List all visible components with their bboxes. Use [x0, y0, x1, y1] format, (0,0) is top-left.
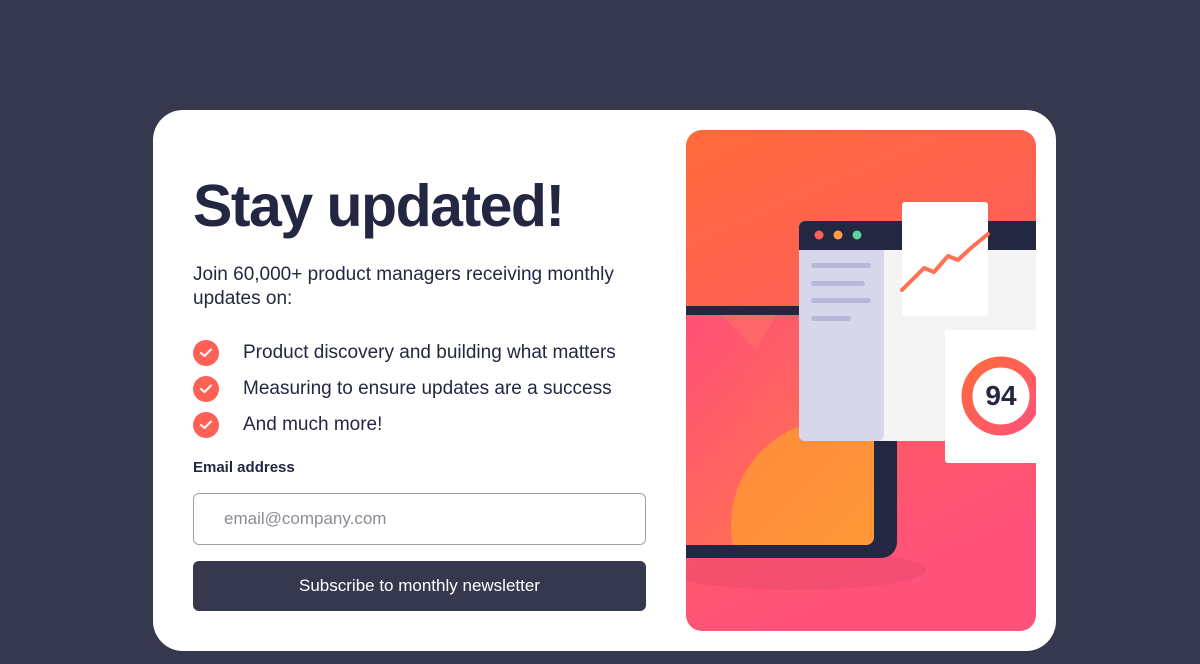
- subscribe-button[interactable]: Subscribe to monthly newsletter: [193, 561, 646, 611]
- hero-illustration: 94: [686, 130, 1036, 631]
- feature-text: Product discovery and building what matt…: [243, 342, 616, 363]
- intro-text: Join 60,000+ product managers receiving …: [193, 264, 614, 309]
- list-item: And much more!: [193, 407, 616, 443]
- feature-text: Measuring to ensure updates are a succes…: [243, 378, 612, 399]
- feature-text: And much more!: [243, 414, 383, 435]
- score-value: 94: [985, 380, 1017, 411]
- email-label: Email address: [193, 459, 295, 476]
- email-field[interactable]: [193, 493, 646, 545]
- check-circle-icon: [193, 412, 219, 438]
- feature-list: Product discovery and building what matt…: [193, 335, 616, 443]
- page-title: Stay updated!: [193, 173, 565, 239]
- check-circle-icon: [193, 340, 219, 366]
- list-item: Measuring to ensure updates are a succes…: [193, 371, 616, 407]
- list-item: Product discovery and building what matt…: [193, 335, 616, 371]
- check-circle-icon: [193, 376, 219, 402]
- signup-card: Stay updated! Join 60,000+ product manag…: [153, 110, 1056, 651]
